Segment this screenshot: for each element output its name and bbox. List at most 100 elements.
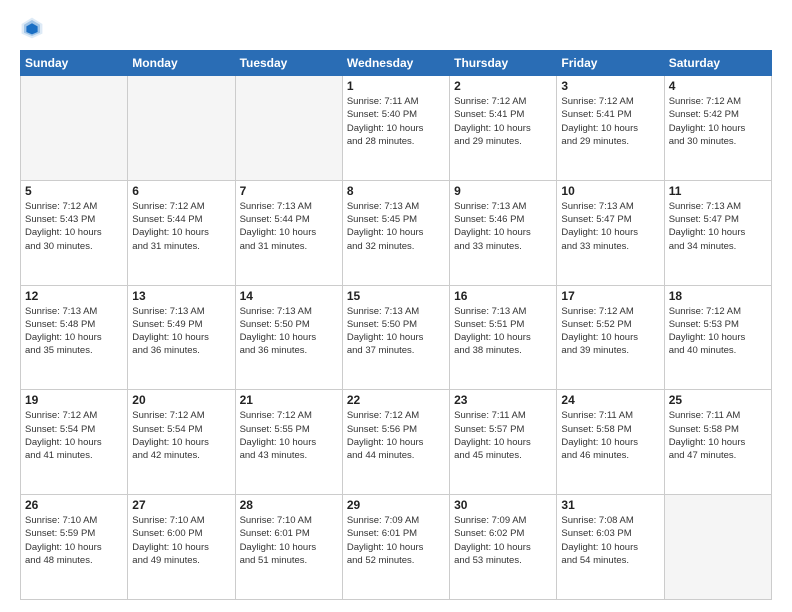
- day-info: Sunrise: 7:13 AM Sunset: 5:47 PM Dayligh…: [669, 200, 767, 253]
- calendar-cell: 17 Sunrise: 7:12 AM Sunset: 5:52 PM Dayli…: [557, 285, 664, 390]
- calendar-cell: 21 Sunrise: 7:12 AM Sunset: 5:55 PM Dayli…: [235, 390, 342, 495]
- day-number: 2: [454, 79, 552, 93]
- day-info: Sunrise: 7:12 AM Sunset: 5:43 PM Dayligh…: [25, 200, 123, 253]
- day-number: 11: [669, 184, 767, 198]
- calendar-cell: 28Sunrise: 7:10 AM Sunset: 6:01 PM Dayli…: [235, 495, 342, 600]
- calendar-week-3: 12 Sunrise: 7:13 AM Sunset: 5:48 PM Dayli…: [21, 285, 772, 390]
- day-number: 19: [25, 393, 123, 407]
- day-number: 10: [561, 184, 659, 198]
- day-info: Sunrise: 7:13 AM Sunset: 5:47 PM Dayligh…: [561, 200, 659, 253]
- day-number: 17: [561, 289, 659, 303]
- weekday-header-monday: Monday: [128, 51, 235, 76]
- calendar-cell: [664, 495, 771, 600]
- day-info: Sunrise: 7:12 AM Sunset: 5:56 PM Dayligh…: [347, 409, 445, 462]
- calendar-cell: [128, 76, 235, 181]
- day-info: Sunrise: 7:12 AM Sunset: 5:44 PM Dayligh…: [132, 200, 230, 253]
- day-info: Sunrise: 7:12 AM Sunset: 5:54 PM Dayligh…: [25, 409, 123, 462]
- day-info: Sunrise: 7:13 AM Sunset: 5:50 PM Dayligh…: [347, 305, 445, 358]
- day-number: 22: [347, 393, 445, 407]
- day-info: Sunrise: 7:12 AM Sunset: 5:41 PM Dayligh…: [561, 95, 659, 148]
- weekday-header-thursday: Thursday: [450, 51, 557, 76]
- calendar-cell: 25Sunrise: 7:11 AM Sunset: 5:58 PM Dayli…: [664, 390, 771, 495]
- day-info: Sunrise: 7:13 AM Sunset: 5:50 PM Dayligh…: [240, 305, 338, 358]
- day-info: Sunrise: 7:13 AM Sunset: 5:45 PM Dayligh…: [347, 200, 445, 253]
- weekday-header-tuesday: Tuesday: [235, 51, 342, 76]
- calendar-cell: 10 Sunrise: 7:13 AM Sunset: 5:47 PM Dayli…: [557, 180, 664, 285]
- calendar-cell: 12 Sunrise: 7:13 AM Sunset: 5:48 PM Dayli…: [21, 285, 128, 390]
- calendar-table: SundayMondayTuesdayWednesdayThursdayFrid…: [20, 50, 772, 600]
- calendar-cell: 4 Sunrise: 7:12 AM Sunset: 5:42 PM Daylig…: [664, 76, 771, 181]
- day-info: Sunrise: 7:13 AM Sunset: 5:46 PM Dayligh…: [454, 200, 552, 253]
- day-number: 15: [347, 289, 445, 303]
- day-info: Sunrise: 7:12 AM Sunset: 5:54 PM Dayligh…: [132, 409, 230, 462]
- day-number: 18: [669, 289, 767, 303]
- weekday-header-sunday: Sunday: [21, 51, 128, 76]
- day-number: 4: [669, 79, 767, 93]
- logo: [20, 16, 48, 40]
- calendar-cell: 16 Sunrise: 7:13 AM Sunset: 5:51 PM Dayli…: [450, 285, 557, 390]
- day-number: 20: [132, 393, 230, 407]
- day-info: Sunrise: 7:12 AM Sunset: 5:42 PM Dayligh…: [669, 95, 767, 148]
- day-number: 21: [240, 393, 338, 407]
- day-info: Sunrise: 7:10 AM Sunset: 5:59 PM Dayligh…: [25, 514, 123, 567]
- day-info: Sunrise: 7:09 AM Sunset: 6:01 PM Dayligh…: [347, 514, 445, 567]
- day-number: 6: [132, 184, 230, 198]
- day-info: Sunrise: 7:11 AM Sunset: 5:58 PM Dayligh…: [669, 409, 767, 462]
- calendar-header: SundayMondayTuesdayWednesdayThursdayFrid…: [21, 51, 772, 76]
- calendar-cell: 30 Sunrise: 7:09 AM Sunset: 6:02 PM Dayli…: [450, 495, 557, 600]
- calendar-week-1: 1 Sunrise: 7:11 AM Sunset: 5:40 PM Daylig…: [21, 76, 772, 181]
- day-number: 16: [454, 289, 552, 303]
- calendar-cell: 5 Sunrise: 7:12 AM Sunset: 5:43 PM Daylig…: [21, 180, 128, 285]
- calendar-cell: 8 Sunrise: 7:13 AM Sunset: 5:45 PM Daylig…: [342, 180, 449, 285]
- day-number: 31: [561, 498, 659, 512]
- weekday-header-friday: Friday: [557, 51, 664, 76]
- calendar-cell: 31 Sunrise: 7:08 AM Sunset: 6:03 PM Dayli…: [557, 495, 664, 600]
- calendar-cell: 2 Sunrise: 7:12 AM Sunset: 5:41 PM Daylig…: [450, 76, 557, 181]
- calendar-cell: 27 Sunrise: 7:10 AM Sunset: 6:00 PM Dayli…: [128, 495, 235, 600]
- day-number: 8: [347, 184, 445, 198]
- day-number: 9: [454, 184, 552, 198]
- calendar-cell: 6 Sunrise: 7:12 AM Sunset: 5:44 PM Daylig…: [128, 180, 235, 285]
- calendar-cell: 15 Sunrise: 7:13 AM Sunset: 5:50 PM Dayli…: [342, 285, 449, 390]
- calendar-cell: 19 Sunrise: 7:12 AM Sunset: 5:54 PM Dayli…: [21, 390, 128, 495]
- calendar-cell: 3 Sunrise: 7:12 AM Sunset: 5:41 PM Daylig…: [557, 76, 664, 181]
- day-number: 24: [561, 393, 659, 407]
- day-info: Sunrise: 7:13 AM Sunset: 5:51 PM Dayligh…: [454, 305, 552, 358]
- day-info: Sunrise: 7:09 AM Sunset: 6:02 PM Dayligh…: [454, 514, 552, 567]
- calendar-cell: [21, 76, 128, 181]
- day-info: Sunrise: 7:13 AM Sunset: 5:48 PM Dayligh…: [25, 305, 123, 358]
- day-number: 12: [25, 289, 123, 303]
- calendar-cell: 13 Sunrise: 7:13 AM Sunset: 5:49 PM Dayli…: [128, 285, 235, 390]
- day-info: Sunrise: 7:11 AM Sunset: 5:40 PM Dayligh…: [347, 95, 445, 148]
- calendar-cell: 18Sunrise: 7:12 AM Sunset: 5:53 PM Dayli…: [664, 285, 771, 390]
- day-number: 27: [132, 498, 230, 512]
- day-number: 1: [347, 79, 445, 93]
- day-number: 13: [132, 289, 230, 303]
- calendar-cell: 26 Sunrise: 7:10 AM Sunset: 5:59 PM Dayli…: [21, 495, 128, 600]
- calendar-cell: 7Sunrise: 7:13 AM Sunset: 5:44 PM Daylig…: [235, 180, 342, 285]
- day-number: 14: [240, 289, 338, 303]
- calendar-cell: 22 Sunrise: 7:12 AM Sunset: 5:56 PM Dayli…: [342, 390, 449, 495]
- calendar-cell: 11 Sunrise: 7:13 AM Sunset: 5:47 PM Dayli…: [664, 180, 771, 285]
- day-number: 3: [561, 79, 659, 93]
- day-number: 7: [240, 184, 338, 198]
- calendar-week-4: 19 Sunrise: 7:12 AM Sunset: 5:54 PM Dayli…: [21, 390, 772, 495]
- calendar-cell: 20 Sunrise: 7:12 AM Sunset: 5:54 PM Dayli…: [128, 390, 235, 495]
- calendar-page: SundayMondayTuesdayWednesdayThursdayFrid…: [0, 0, 792, 612]
- day-info: Sunrise: 7:10 AM Sunset: 6:00 PM Dayligh…: [132, 514, 230, 567]
- day-info: Sunrise: 7:12 AM Sunset: 5:52 PM Dayligh…: [561, 305, 659, 358]
- calendar-cell: 29Sunrise: 7:09 AM Sunset: 6:01 PM Dayli…: [342, 495, 449, 600]
- day-number: 5: [25, 184, 123, 198]
- weekday-header-wednesday: Wednesday: [342, 51, 449, 76]
- day-info: Sunrise: 7:12 AM Sunset: 5:55 PM Dayligh…: [240, 409, 338, 462]
- day-number: 30: [454, 498, 552, 512]
- day-info: Sunrise: 7:12 AM Sunset: 5:41 PM Dayligh…: [454, 95, 552, 148]
- day-number: 26: [25, 498, 123, 512]
- day-info: Sunrise: 7:08 AM Sunset: 6:03 PM Dayligh…: [561, 514, 659, 567]
- calendar-cell: 23Sunrise: 7:11 AM Sunset: 5:57 PM Dayli…: [450, 390, 557, 495]
- day-info: Sunrise: 7:11 AM Sunset: 5:57 PM Dayligh…: [454, 409, 552, 462]
- calendar-week-2: 5 Sunrise: 7:12 AM Sunset: 5:43 PM Daylig…: [21, 180, 772, 285]
- calendar-cell: 9 Sunrise: 7:13 AM Sunset: 5:46 PM Daylig…: [450, 180, 557, 285]
- day-info: Sunrise: 7:10 AM Sunset: 6:01 PM Dayligh…: [240, 514, 338, 567]
- day-info: Sunrise: 7:13 AM Sunset: 5:49 PM Dayligh…: [132, 305, 230, 358]
